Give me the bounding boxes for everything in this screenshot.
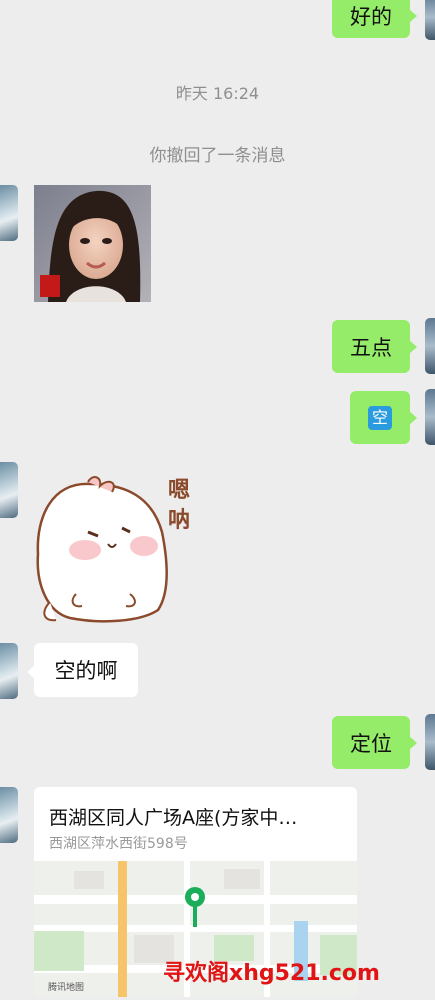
message-bubble-sent[interactable]: 空 <box>350 391 417 444</box>
recalled-message-notice: 你撤回了一条消息 <box>149 146 286 166</box>
message-bubble-received[interactable]: 空的啊 <box>27 643 138 697</box>
my-avatar[interactable] <box>425 0 435 40</box>
contact-avatar[interactable] <box>0 787 18 843</box>
message-bubble-sent[interactable]: 五点 <box>332 320 417 373</box>
message-text: 空的啊 <box>54 659 118 683</box>
message-text: 五点 <box>350 335 392 360</box>
my-avatar[interactable] <box>425 714 435 770</box>
message-bubble-sent[interactable]: 定位 <box>332 716 417 769</box>
my-avatar[interactable] <box>425 389 435 445</box>
contact-avatar[interactable] <box>0 643 18 699</box>
message-bubble-sent[interactable]: 好的 <box>332 0 417 38</box>
received-photo[interactable] <box>34 185 151 302</box>
message-text: 定位 <box>350 731 392 756</box>
sticker-caption: 嗯呐 <box>168 478 191 533</box>
location-address: 西湖区萍水西街598号 <box>49 836 188 852</box>
map-provider-label: 腾讯地图 <box>48 983 85 993</box>
location-title: 西湖区同人广场A座(方家中… <box>49 807 298 829</box>
timestamp: 昨天 16:24 <box>175 84 260 103</box>
message-text: 好的 <box>350 5 392 29</box>
empty-emoji: 空 <box>368 405 392 430</box>
sticker[interactable]: 嗯呐 <box>30 462 205 627</box>
photo-image <box>34 185 151 302</box>
contact-avatar[interactable] <box>0 185 18 241</box>
contact-avatar[interactable] <box>0 462 18 518</box>
watermark: 寻欢阁xhg521.com <box>163 961 380 986</box>
my-avatar[interactable] <box>425 318 435 374</box>
